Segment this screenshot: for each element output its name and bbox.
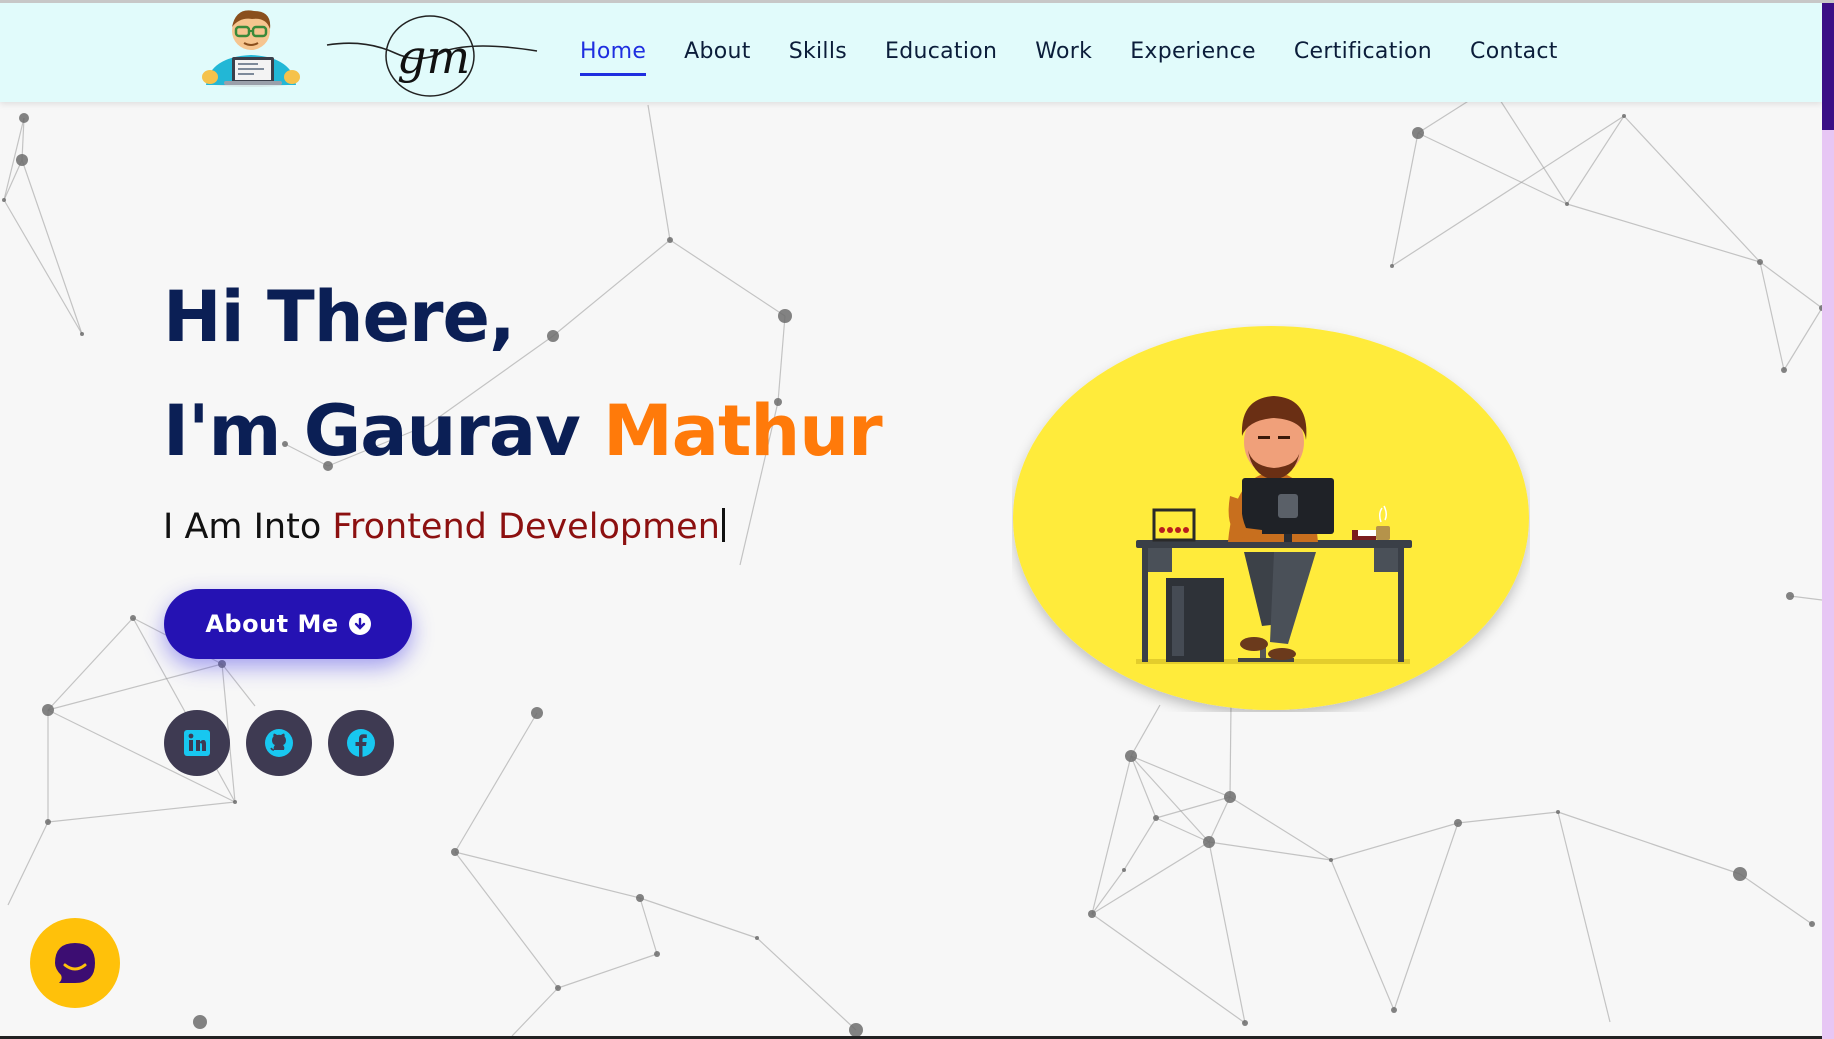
nav-contact[interactable]: Contact	[1470, 39, 1558, 70]
main-nav: Home About Skills Education Work Experie…	[580, 39, 1596, 76]
linkedin-icon	[184, 730, 210, 756]
scrollbar-track[interactable]	[1822, 0, 1834, 1039]
github-button[interactable]	[246, 710, 312, 776]
svg-text:gm: gm	[397, 30, 470, 84]
developer-illustration	[1013, 326, 1529, 710]
typing-cursor	[721, 508, 725, 542]
typed-text: Frontend Developmen	[332, 507, 720, 547]
top-border	[0, 0, 1834, 3]
nav-home[interactable]: Home	[580, 39, 647, 76]
site-header: gm Home About Skills Education Work Expe…	[0, 3, 1822, 102]
hero-name: I'm Gaurav Mathur	[163, 390, 883, 472]
hero-name-accent: Mathur	[603, 390, 883, 472]
nav-skills[interactable]: Skills	[789, 39, 847, 70]
hero-greeting: Hi There,	[163, 276, 516, 358]
nav-education[interactable]: Education	[885, 39, 997, 70]
facebook-icon	[347, 729, 375, 757]
arrow-down-circle-icon	[348, 613, 371, 635]
github-icon	[265, 729, 293, 757]
chat-icon	[55, 943, 95, 983]
hero-sub-prefix: I Am Into	[163, 507, 322, 547]
chat-widget-button[interactable]	[30, 918, 120, 1008]
about-me-button[interactable]: About Me	[164, 589, 412, 659]
linkedin-button[interactable]	[164, 710, 230, 776]
about-me-label: About Me	[205, 610, 339, 638]
nav-experience[interactable]: Experience	[1130, 39, 1256, 70]
avatar-logo-icon[interactable]	[196, 5, 306, 87]
nav-certification[interactable]: Certification	[1294, 39, 1432, 70]
hero-subtitle: I Am Into Frontend Developmen	[163, 507, 725, 547]
page: gm Home About Skills Education Work Expe…	[0, 0, 1822, 1036]
site-logo[interactable]: gm	[325, 13, 540, 99]
facebook-button[interactable]	[328, 710, 394, 776]
nav-work[interactable]: Work	[1035, 39, 1092, 70]
hero-name-first: I'm Gaurav	[163, 390, 581, 472]
scrollbar-thumb[interactable]	[1822, 0, 1834, 130]
nav-about[interactable]: About	[684, 39, 751, 70]
